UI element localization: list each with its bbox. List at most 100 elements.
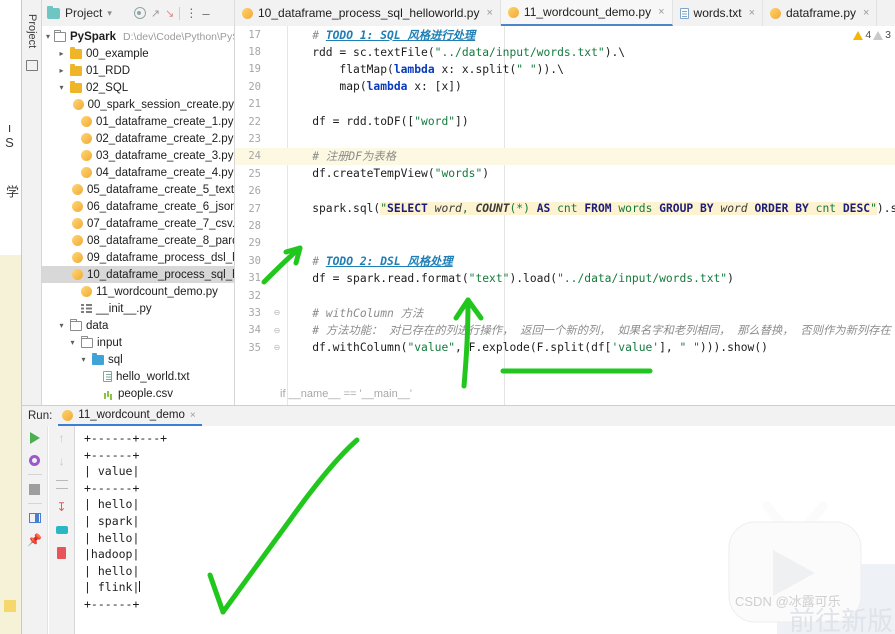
line-number: 34 [248,324,261,337]
print-icon[interactable] [54,522,70,538]
tree-item-10-dataframe-process-sql-hellow[interactable]: 10_dataframe_process_sql_hellow [42,266,234,283]
tree-item-pyspark[interactable]: ▾ PySpark D:\dev\Code\Python\PySpark [42,28,234,45]
chevron-down-icon[interactable]: ▾ [107,8,112,19]
code-line[interactable]: 22 df = rdd.toDF(["word"]) [235,113,895,130]
editor-tab-dataframe-py[interactable]: dataframe.py × [763,0,878,26]
tree-twisty-icon[interactable]: ▾ [57,321,66,330]
code-line[interactable]: 27 spark.sql("SELECT word, COUNT(*) AS c… [235,200,895,217]
tree-twisty-icon[interactable]: ▾ [68,338,77,347]
tree-item-00-spark-session-create-py[interactable]: 00_spark_session_create.py [42,96,234,113]
line-number: 20 [248,80,261,93]
editor-tab-11-wordcount-demo[interactable]: 11_wordcount_demo.py × [500,0,673,26]
console-line: +------+---+ [84,431,168,445]
editor-tab-words-txt[interactable]: words.txt × [673,0,763,26]
minimize-icon[interactable]: – [202,6,209,21]
tree-item-06-dataframe-create-6-json-py[interactable]: 06_dataframe_create_6_json.py [42,198,234,215]
tree-item--init-py[interactable]: __init__.py [42,300,234,317]
tree-twisty-icon[interactable]: ▸ [57,49,66,58]
fold-marker-icon[interactable]: ⊖ [269,308,285,317]
tree-twisty-icon[interactable]: ▾ [79,355,88,364]
code-editor[interactable]: 17 # TODO 1: SQL 风格进行处理 18 rdd = sc.textF… [235,26,895,405]
target-icon[interactable] [133,7,146,19]
code-line[interactable]: 34 ⊖ # 方法功能： 对已存在的列进行操作， 返回一个新的列， 如果名字和老列… [235,322,895,339]
code-lines[interactable]: 17 # TODO 1: SQL 风格进行处理 18 rdd = sc.textF… [235,26,895,405]
init-file-icon [81,303,92,314]
scroll-up-icon[interactable]: ↑ [54,430,70,446]
code-line[interactable]: 26 [235,183,895,200]
code-line[interactable]: 24 # 注册DF为表格 [235,147,895,166]
scroll-down-icon[interactable]: ↓ [54,453,70,469]
console-output[interactable]: +------+---+ +------+ | value| +------+ | he… [76,426,895,634]
breadcrumb[interactable]: if __name__ == '__main__' [235,386,412,402]
tree-twisty-icon[interactable]: ▾ [57,83,66,92]
code-line[interactable]: 25 df.createTempView("words") [235,165,895,182]
csv-file-icon [103,388,114,399]
code-line[interactable]: 21 [235,96,895,113]
expand-arrow-icon[interactable]: ↘ [165,7,174,20]
tree-item-sql[interactable]: ▾ sql [42,351,234,368]
code-line[interactable]: 33 ⊖ # withColumn 方法 [235,304,895,321]
line-number: 25 [248,167,261,180]
code-line[interactable]: 23 [235,130,895,147]
line-number: 27 [248,202,261,215]
close-icon[interactable]: × [658,6,664,18]
code-line[interactable]: 30 # TODO 2: DSL 风格处理 [235,252,895,269]
tree-item-05-dataframe-create-5-text-py[interactable]: 05_dataframe_create_5_text.py [42,181,234,198]
tree-item-09-dataframe-process-dsl-hellow[interactable]: 09_dataframe_process_dsl_hellow [42,249,234,266]
code-line[interactable]: 20 map(lambda x: [x]) [235,78,895,95]
code-line[interactable]: 29 [235,235,895,252]
close-icon[interactable]: × [486,7,492,19]
editor-tab-10-dataframe-process-sql-helloworld[interactable]: 10_dataframe_process_sql_helloworld.py × [235,0,501,26]
code-line[interactable]: 35 ⊖ df.withColumn("value", F.explode(F.s… [235,339,895,356]
code-text: map(lambda x: [x]) [285,80,462,94]
tree-twisty-icon[interactable]: ▸ [57,66,66,75]
fold-marker-icon[interactable]: ⊖ [269,326,285,335]
code-line[interactable]: 17 # TODO 1: SQL 风格进行处理 [235,26,895,43]
close-icon[interactable]: × [749,7,755,19]
tree-item-label: 08_dataframe_create_8_parquet. [87,234,234,247]
stop-icon[interactable] [27,481,43,497]
tree-item-input[interactable]: ▾ input [42,334,234,351]
code-line[interactable]: 18 rdd = sc.textFile("../data/input/word… [235,43,895,60]
code-text: # 方法功能： 对已存在的列进行操作， 返回一个新的列， 如果名字和老列相同， … [285,324,891,338]
tree-item-04-dataframe-create-4-py[interactable]: 04_dataframe_create_4.py [42,164,234,181]
inspection-widget[interactable]: 4 3 [853,29,891,41]
scroll-to-end-icon[interactable]: ↧ [54,499,70,515]
tree-item-data[interactable]: ▾ data [42,317,234,334]
code-line[interactable]: 32 [235,287,895,304]
collapse-arrow-icon[interactable]: ↗ [151,7,160,20]
warning-triangle-icon [853,30,864,40]
code-line[interactable]: 31 df = spark.read.format("text").load("… [235,269,895,286]
more-options-icon[interactable]: ⋮ [185,7,197,19]
run-icon[interactable] [27,430,43,446]
tool-window-button-project[interactable]: Project [26,14,38,48]
tree-twisty-icon[interactable]: ▾ [46,32,50,41]
code-line[interactable]: 28 [235,217,895,234]
code-text: # TODO 1: SQL 风格进行处理 [285,28,476,42]
soft-wrap-icon[interactable] [54,476,70,492]
tree-item-02-dataframe-create-2-py[interactable]: 02_dataframe_create_2.py [42,130,234,147]
tree-item-08-dataframe-create-8-parquet-[interactable]: 08_dataframe_create_8_parquet. [42,232,234,249]
tree-item-01-dataframe-create-1-py[interactable]: 01_dataframe_create_1.py [42,113,234,130]
tree-item-03-dataframe-create-3-py[interactable]: 03_dataframe_create_3.py [42,147,234,164]
tree-item-people-csv[interactable]: people.csv [42,385,234,402]
close-icon[interactable]: × [863,7,869,19]
close-icon[interactable]: × [190,410,196,421]
python-file-icon [72,235,83,246]
tree-item-11-wordcount-demo-py[interactable]: 11_wordcount_demo.py [42,283,234,300]
folder-plain-icon [80,335,93,348]
tree-item-02-sql[interactable]: ▾ 02_SQL [42,79,234,96]
tree-item-01-rdd[interactable]: ▸ 01_RDD [42,62,234,79]
settings-icon[interactable] [27,452,43,468]
tree-item-07-dataframe-create-7-csv-py[interactable]: 07_dataframe_create_7_csv.py [42,215,234,232]
code-line[interactable]: 19 flatMap(lambda x: x.split(" ")).\ [235,61,895,78]
layout-icon[interactable] [27,510,43,526]
line-number: 19 [248,63,261,76]
tree-item-hello-world-txt[interactable]: hello_world.txt [42,368,234,385]
tree-item-00-example[interactable]: ▸ 00_example [42,45,234,62]
tree-item-label: 07_dataframe_create_7_csv.py [87,217,235,230]
run-configuration-tab[interactable]: 11_wordcount_demo × [58,406,202,426]
clear-all-icon[interactable] [54,545,70,561]
pin-icon[interactable]: 📌 [27,532,43,548]
fold-marker-icon[interactable]: ⊖ [269,343,285,352]
